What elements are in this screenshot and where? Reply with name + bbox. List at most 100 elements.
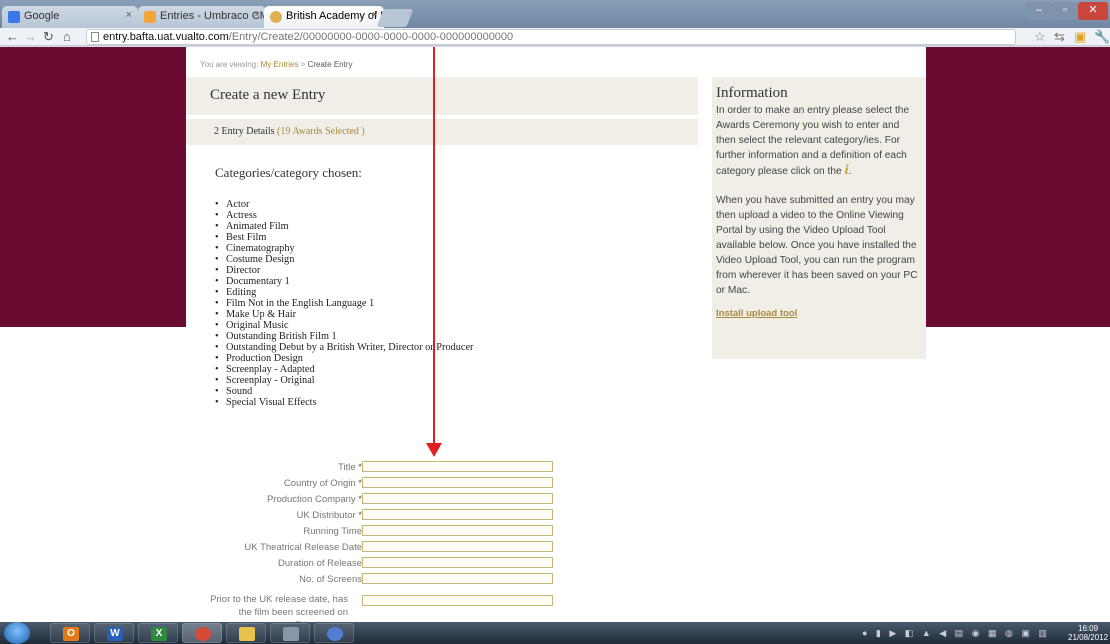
address-bar[interactable]: entry.bafta.uat.vualto.com/Entry/Create2… [86, 29, 1016, 45]
start-button[interactable] [4, 622, 30, 644]
form-row: Production Company * [186, 491, 706, 507]
form-text-input[interactable] [362, 477, 553, 488]
home-icon[interactable]: ⌂ [63, 28, 71, 46]
categories-heading: Categories/category chosen: [215, 165, 362, 180]
form-text-input[interactable] [362, 493, 553, 504]
outlook-icon: O [63, 627, 79, 641]
form-field-label: Running Time [303, 526, 362, 537]
reload-icon[interactable]: ↻ [43, 28, 54, 46]
close-tab-icon[interactable]: × [254, 9, 260, 21]
google-favicon-icon [8, 11, 20, 23]
tab-bafta[interactable]: British Academy of Film an × [264, 6, 384, 28]
breadcrumb: You are viewing: My Entries > Create Ent… [200, 60, 353, 69]
minimize-window-icon[interactable]: – [1026, 2, 1052, 20]
form-field-label: Title * [338, 462, 362, 473]
word-icon: W [107, 627, 123, 641]
category-item: Outstanding British Film 1 [215, 331, 698, 342]
form-row: UK Distributor * [186, 507, 706, 523]
form-text-input[interactable] [362, 461, 553, 472]
form-row: Title * [186, 459, 706, 475]
category-item: Original Music [215, 320, 698, 331]
category-item: Documentary 1 [215, 276, 698, 287]
taskbar-itunes[interactable] [314, 623, 354, 643]
category-item: Screenplay - Adapted [215, 364, 698, 375]
windows-taskbar: O W X ● ▮ ▶ ◧ ▲ ◀ ▤ ◉ ▦ ◍ ▣ ▥ 16:09 21/0… [0, 622, 1110, 644]
upload-text: When you have submitted an entry you may… [716, 195, 918, 296]
form-row: Running Time [186, 523, 706, 539]
form-text-input[interactable] [362, 525, 553, 536]
category-item: Actress [215, 210, 698, 221]
entry-form: Title * Country of Origin * Production Com… [186, 459, 706, 622]
category-item: Film Not in the English Language 1 [215, 298, 698, 309]
form-text-input[interactable] [362, 573, 553, 584]
form-field-label: Country of Origin * [283, 478, 362, 489]
close-window-icon[interactable]: ✕ [1078, 2, 1108, 20]
form-field-label: UK Distributor * [296, 510, 362, 521]
category-item: Actor [215, 199, 698, 210]
taskbar-explorer[interactable] [226, 623, 266, 643]
chrome-icon [195, 627, 211, 641]
category-item: Editing [215, 287, 698, 298]
tab-umbraco[interactable]: Entries - Umbraco CMS - ... × [138, 6, 266, 28]
prior-screening-question: Prior to the UK release date, has the fi… [210, 594, 348, 622]
information-heading: Information [716, 85, 788, 101]
form-row: Duration of Release [186, 555, 706, 571]
breadcrumb-my-entries-link[interactable]: My Entries [261, 60, 299, 69]
taskbar-app[interactable] [270, 623, 310, 643]
category-item: Animated Film [215, 221, 698, 232]
form-field-label: Duration of Release [278, 558, 362, 569]
prior-screening-input[interactable] [362, 595, 553, 606]
category-item: Cinematography [215, 243, 698, 254]
taskbar-excel[interactable]: X [138, 623, 178, 643]
page-title: Create a new Entry [186, 77, 698, 115]
form-text-input[interactable] [362, 557, 553, 568]
form-field-label: No. of Screens [299, 574, 362, 585]
folder-icon [239, 627, 255, 641]
category-item: Best Film [215, 232, 698, 243]
entry-main: Create a new Entry 2 Entry Details (19 A… [186, 77, 698, 408]
categories-list: ActorActressAnimated FilmBest FilmCinema… [215, 199, 698, 408]
bafta-favicon-icon [270, 11, 282, 23]
browser-tab-bar: Google × Entries - Umbraco CMS - ... × B… [0, 0, 1110, 28]
translate-extension-icon[interactable]: ⇆ [1054, 30, 1065, 44]
form-row: UK Theatrical Release Date [186, 539, 706, 555]
taskbar-outlook[interactable]: O [50, 623, 90, 643]
close-tab-icon[interactable]: × [372, 9, 378, 21]
category-item: Costume Design [215, 254, 698, 265]
taskbar-word[interactable]: W [94, 623, 134, 643]
form-text-input[interactable] [362, 541, 553, 552]
awards-selected-count[interactable]: (19 Awards Selected ) [277, 126, 365, 137]
excel-icon: X [151, 627, 167, 641]
annotation-arrow-head [426, 443, 442, 457]
form-field-label: Production Company * [266, 494, 362, 505]
wrench-menu-icon[interactable]: 🔧 [1094, 30, 1110, 44]
close-tab-icon[interactable]: × [126, 9, 132, 21]
bookmark-star-icon[interactable]: ☆ [1034, 30, 1046, 44]
umbraco-favicon-icon [144, 11, 156, 23]
media-icon [327, 627, 343, 641]
annotation-arrow-line [433, 47, 435, 445]
extension-icon[interactable]: ▣ [1074, 30, 1086, 44]
category-item: Make Up & Hair [215, 309, 698, 320]
content-panel: You are viewing: My Entries > Create Ent… [186, 47, 926, 622]
page-icon [91, 32, 99, 42]
back-arrow-icon[interactable]: ← [6, 28, 19, 46]
category-item: Production Design [215, 353, 698, 364]
system-tray[interactable]: ● ▮ ▶ ◧ ▲ ◀ ▤ ◉ ▦ ◍ ▣ ▥ [862, 628, 1050, 639]
web-page: You are viewing: My Entries > Create Ent… [0, 47, 1110, 622]
form-text-input[interactable] [362, 509, 553, 520]
new-tab-button[interactable] [376, 9, 414, 27]
information-panel: Information In order to make an entry pl… [712, 77, 926, 359]
tab-google[interactable]: Google × [2, 6, 138, 28]
category-item: Outstanding Debut by a British Writer, D… [215, 342, 698, 353]
taskbar-chrome[interactable] [182, 623, 222, 643]
category-item: Screenplay - Original [215, 375, 698, 386]
forward-arrow-icon[interactable]: → [24, 28, 37, 46]
category-item: Sound [215, 386, 698, 397]
app-icon [283, 627, 299, 641]
install-upload-tool-link[interactable]: Install upload tool [716, 308, 918, 319]
system-clock[interactable]: 16:09 21/08/2012 [1068, 624, 1108, 642]
form-row: Country of Origin * [186, 475, 706, 491]
form-row: No. of Screens [186, 571, 706, 587]
restore-window-icon[interactable]: ▫ [1052, 2, 1078, 20]
